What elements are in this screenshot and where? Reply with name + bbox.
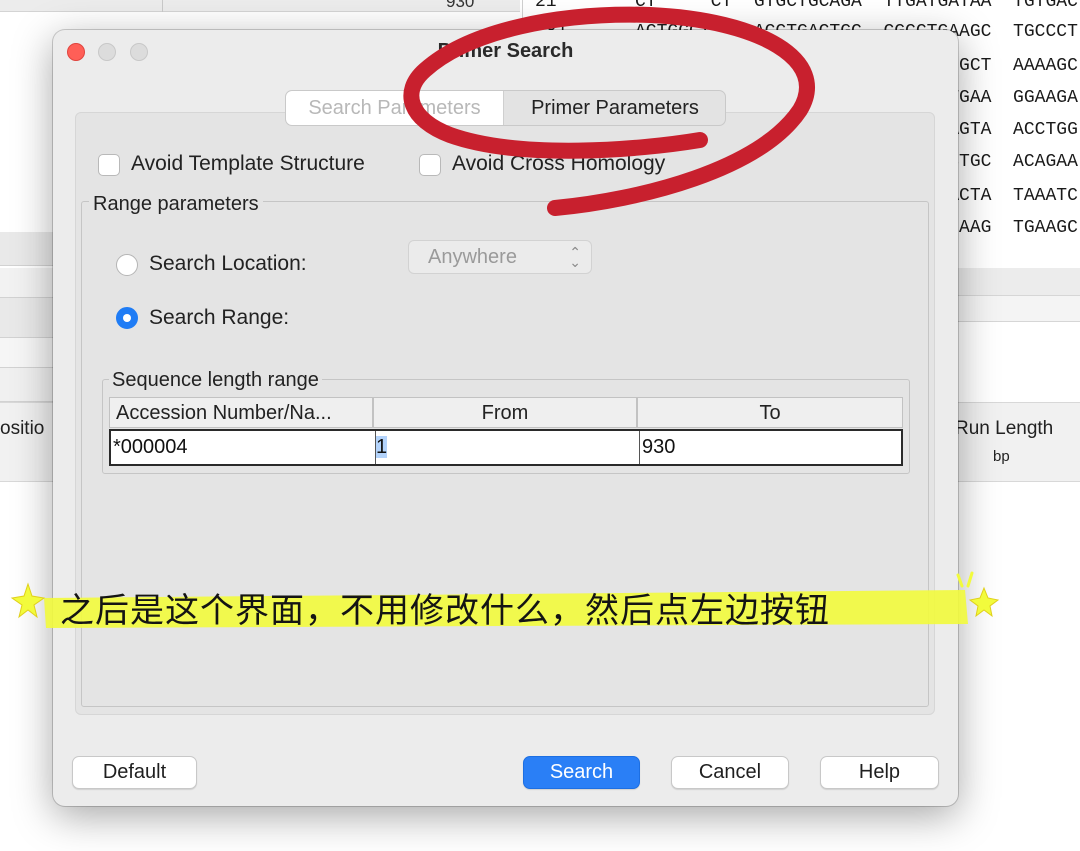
default-button[interactable]: Default <box>72 756 197 789</box>
background-row <box>0 298 60 338</box>
sequence-range-table: Accession Number/Na... From To *000004 1… <box>109 397 904 468</box>
from-cell-value[interactable]: 1 <box>376 436 388 458</box>
cell-divider <box>162 0 163 12</box>
avoid-template-structure-option[interactable]: Avoid Template Structure <box>98 152 398 178</box>
search-button[interactable]: Search <box>523 756 640 789</box>
cancel-button[interactable]: Cancel <box>671 756 789 789</box>
search-location-label: Search Location: <box>149 252 307 275</box>
avoid-cross-homology-label: Avoid Cross Homology <box>452 152 666 175</box>
sequence-row: CT CT GTGCTGCAGA TTGATGATAA TGTGAC <box>635 0 1078 12</box>
chevron-updown-icon: ⌃ ⌄ <box>569 244 581 270</box>
table-row[interactable]: *000004 1 930 <box>109 429 903 466</box>
search-location-value: Anywhere <box>428 246 517 268</box>
to-cell[interactable]: 930 <box>639 431 901 464</box>
tab-search-parameters[interactable]: Search Parameters <box>286 91 504 125</box>
accession-cell[interactable]: *000004 <box>113 431 373 464</box>
position-column-header: ositio <box>0 418 45 439</box>
background-toolbar <box>955 268 1080 296</box>
background-row <box>0 232 60 266</box>
background-row <box>0 268 60 298</box>
from-column-header[interactable]: From <box>373 397 637 428</box>
tab-primer-parameters[interactable]: Primer Parameters <box>504 91 725 125</box>
run-length-column-header: Run Length <box>955 418 1054 439</box>
background-row <box>0 338 60 368</box>
avoid-template-structure-checkbox[interactable] <box>98 154 120 176</box>
search-range-radio[interactable] <box>116 307 138 329</box>
sequence-length-range-title: Sequence length range <box>109 369 322 392</box>
accession-column-header[interactable]: Accession Number/Na... <box>109 397 373 428</box>
background-left-panels <box>0 232 60 402</box>
background-row <box>0 368 60 402</box>
from-cell[interactable]: 1 <box>375 431 639 464</box>
background-top-number: 930 <box>446 0 475 11</box>
background-toolbar <box>955 296 1080 322</box>
dialog-titlebar[interactable]: Primer Search <box>53 30 958 74</box>
run-length-unit: bp <box>993 448 1010 465</box>
avoid-cross-homology-option[interactable]: Avoid Cross Homology <box>419 152 699 178</box>
search-location-radio[interactable] <box>116 254 138 276</box>
to-column-header[interactable]: To <box>637 397 903 428</box>
avoid-cross-homology-checkbox[interactable] <box>419 154 441 176</box>
dialog-title: Primer Search <box>437 40 574 62</box>
search-location-select[interactable]: Anywhere ⌃ ⌄ <box>408 240 592 274</box>
search-range-label: Search Range: <box>149 306 290 329</box>
sequence-row-number: 21 <box>535 0 557 12</box>
background-table-strip: 930 <box>0 0 520 12</box>
tab-bar: Search Parameters Primer Parameters <box>285 90 726 126</box>
avoid-template-structure-label: Avoid Template Structure <box>131 152 365 175</box>
range-parameters-title: Range parameters <box>89 193 263 216</box>
annotation-caption: 之后是这个界面，不用修改什么，然后点左边按钮 <box>60 591 830 631</box>
primer-search-dialog: Primer Search Search Parameters Primer P… <box>53 30 958 806</box>
help-button[interactable]: Help <box>820 756 939 789</box>
